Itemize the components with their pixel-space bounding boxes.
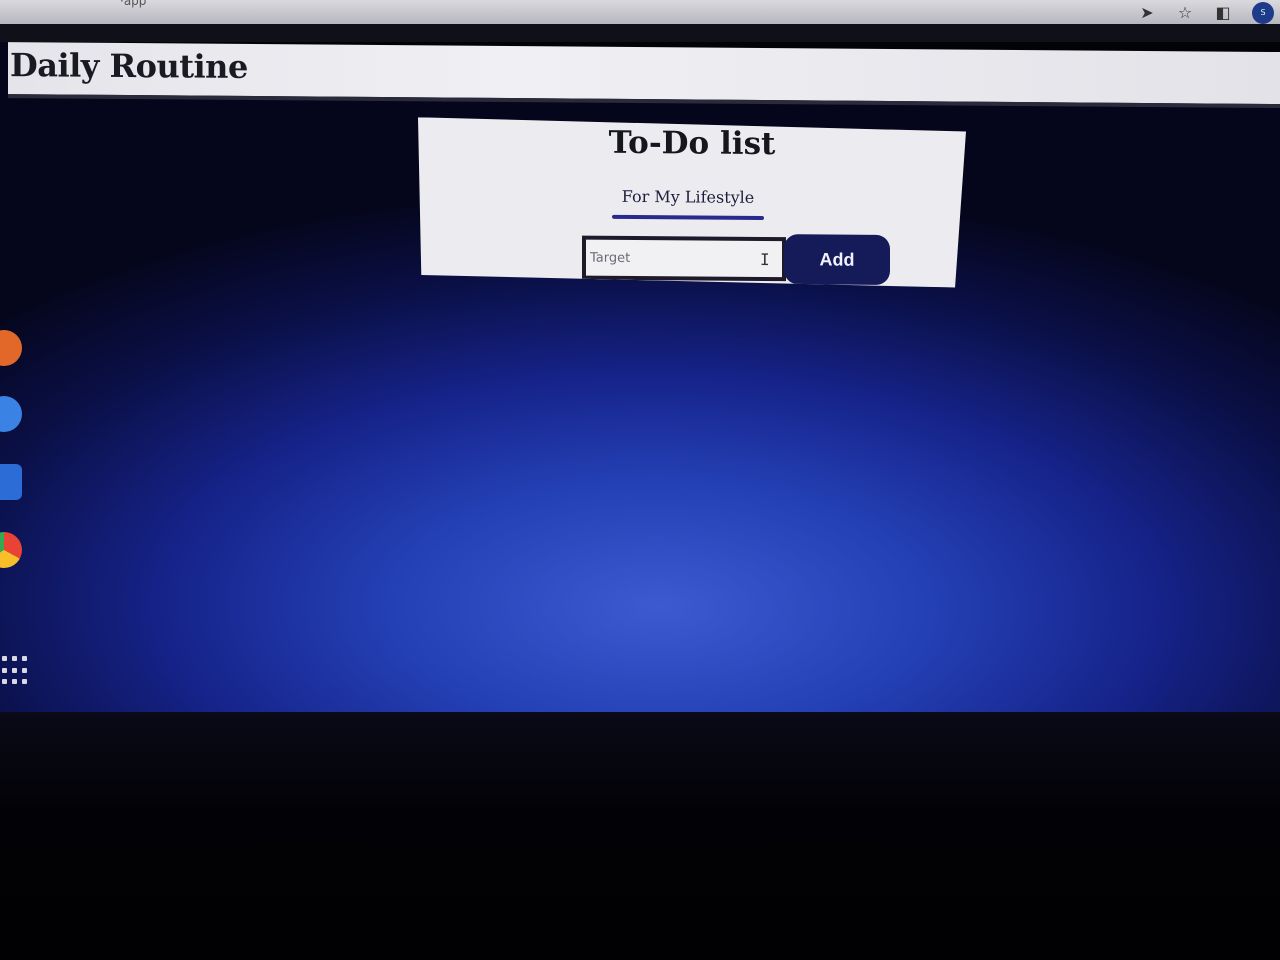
browser-actions: ➤ ☆ ◧ S [1138, 2, 1274, 24]
todo-subtitle: For My Lifestyle [621, 186, 755, 207]
profile-avatar[interactable]: S [1252, 2, 1274, 24]
chrome-icon[interactable] [0, 532, 22, 568]
os-dock [0, 300, 34, 700]
photo-frame: ·app ➤ ☆ ◧ S Daily Routine To-Do list Fo… [0, 0, 1280, 960]
todo-title: To-Do list [608, 124, 776, 163]
text-cursor-icon: I [760, 249, 770, 270]
orange-app-icon[interactable] [0, 330, 22, 366]
send-icon[interactable]: ➤ [1138, 4, 1156, 22]
monitor-bezel [0, 712, 1280, 960]
app-launcher-icon[interactable] [2, 656, 27, 686]
page-header: Daily Routine [8, 42, 1280, 109]
browser-divider [0, 24, 1280, 42]
star-icon[interactable]: ☆ [1176, 4, 1194, 22]
page-viewport: Daily Routine To-Do list For My Lifestyl… [0, 42, 1280, 733]
page-title: Daily Routine [10, 46, 248, 86]
add-button[interactable]: Add [784, 234, 890, 285]
subtitle-underline [612, 215, 764, 220]
target-input[interactable] [582, 236, 786, 282]
browser-toolbar: ·app ➤ ☆ ◧ S [0, 0, 1280, 24]
blue-app-icon[interactable] [0, 396, 22, 432]
address-bar[interactable]: ·app [120, 0, 146, 8]
todo-card: To-Do list For My Lifestyle I Add [418, 117, 966, 287]
docs-app-icon[interactable] [0, 464, 22, 500]
sidebar-icon[interactable]: ◧ [1214, 4, 1232, 22]
